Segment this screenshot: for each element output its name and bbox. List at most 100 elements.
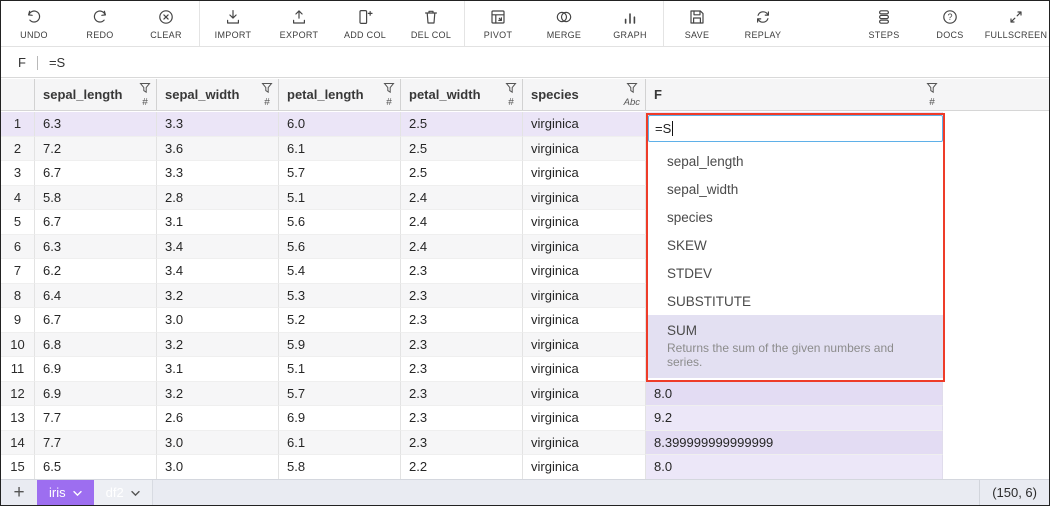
sheet-tab-df2[interactable]: df2 — [94, 480, 153, 505]
cell[interactable]: 2.4 — [400, 210, 522, 235]
cell[interactable]: 6.8 — [34, 333, 156, 358]
suggestion-sum[interactable]: SUMReturns the sum of the given numbers … — [648, 315, 943, 378]
toolbar-clear-button[interactable]: CLEAR — [133, 1, 199, 46]
add-sheet-button[interactable]: + — [1, 480, 37, 505]
column-filter-control[interactable]: Abc — [624, 82, 640, 108]
cell[interactable]: virginica — [522, 357, 645, 382]
cell[interactable]: 2.4 — [400, 235, 522, 260]
toolbar-redo-button[interactable]: REDO — [67, 1, 133, 46]
column-filter-control[interactable]: # — [261, 82, 273, 108]
cell[interactable]: virginica — [522, 333, 645, 358]
column-header-sepal-length[interactable]: sepal_length# — [34, 79, 156, 110]
cell[interactable]: virginica — [522, 406, 645, 431]
suggestion-sepal-length[interactable]: sepal_length — [648, 147, 943, 175]
cell[interactable]: 6.3 — [34, 112, 156, 137]
cell[interactable]: 3.0 — [156, 455, 278, 479]
column-header-petal-width[interactable]: petal_width# — [400, 79, 522, 110]
row-index[interactable]: 8 — [1, 284, 34, 309]
cell[interactable]: 6.3 — [34, 235, 156, 260]
cell[interactable]: 6.4 — [34, 284, 156, 309]
cell[interactable]: 7.7 — [34, 406, 156, 431]
cell[interactable]: 6.5 — [34, 455, 156, 479]
cell-editor-input[interactable]: =S — [648, 115, 943, 142]
toolbar-docs-button[interactable]: ?DOCS — [917, 1, 983, 46]
cell[interactable]: 6.9 — [278, 406, 400, 431]
cell[interactable]: 5.9 — [278, 333, 400, 358]
cell[interactable]: 5.8 — [34, 186, 156, 211]
cell[interactable]: 9.2 — [645, 406, 943, 431]
cell[interactable]: 8.399999999999999 — [645, 431, 943, 456]
row-index[interactable]: 11 — [1, 357, 34, 382]
cell[interactable]: 6.9 — [34, 382, 156, 407]
row-index[interactable]: 3 — [1, 161, 34, 186]
row-index[interactable]: 13 — [1, 406, 34, 431]
toolbar-export-button[interactable]: EXPORT — [266, 1, 332, 46]
cell[interactable]: 8.0 — [645, 455, 943, 479]
column-header-petal-length[interactable]: petal_length# — [278, 79, 400, 110]
cell[interactable]: 2.3 — [400, 259, 522, 284]
cell[interactable]: 5.1 — [278, 357, 400, 382]
formula-bar-input[interactable]: =S — [49, 55, 65, 70]
cell[interactable]: 5.6 — [278, 210, 400, 235]
cell[interactable]: 3.2 — [156, 333, 278, 358]
cell[interactable]: virginica — [522, 431, 645, 456]
cell[interactable]: 5.2 — [278, 308, 400, 333]
cell[interactable]: 3.4 — [156, 259, 278, 284]
cell[interactable]: 3.1 — [156, 357, 278, 382]
cell[interactable]: 2.3 — [400, 382, 522, 407]
cell[interactable]: 2.3 — [400, 308, 522, 333]
cell[interactable]: 7.2 — [34, 137, 156, 162]
cell[interactable]: 6.1 — [278, 431, 400, 456]
toolbar-save-button[interactable]: SAVE — [664, 1, 730, 46]
cell[interactable]: virginica — [522, 259, 645, 284]
cell[interactable]: virginica — [522, 137, 645, 162]
cell[interactable]: virginica — [522, 186, 645, 211]
toolbar-undo-button[interactable]: UNDO — [1, 1, 67, 46]
cell[interactable]: 2.3 — [400, 406, 522, 431]
cell[interactable]: 3.0 — [156, 308, 278, 333]
cell[interactable]: 6.7 — [34, 210, 156, 235]
suggestion-species[interactable]: species — [648, 203, 943, 231]
cell[interactable]: 3.1 — [156, 210, 278, 235]
row-index[interactable]: 7 — [1, 259, 34, 284]
cell[interactable]: 5.8 — [278, 455, 400, 479]
cell[interactable]: 5.7 — [278, 161, 400, 186]
cell[interactable]: virginica — [522, 308, 645, 333]
row-index[interactable]: 2 — [1, 137, 34, 162]
toolbar-pivot-button[interactable]: PIVOT — [465, 1, 531, 46]
row-index[interactable]: 9 — [1, 308, 34, 333]
cell[interactable]: virginica — [522, 455, 645, 479]
cell[interactable]: 2.8 — [156, 186, 278, 211]
row-index[interactable]: 14 — [1, 431, 34, 456]
cell[interactable]: 3.3 — [156, 112, 278, 137]
column-filter-control[interactable]: # — [505, 82, 517, 108]
cell[interactable]: 2.3 — [400, 357, 522, 382]
cell[interactable]: 3.4 — [156, 235, 278, 260]
toolbar-graph-button[interactable]: GRAPH — [597, 1, 663, 46]
toolbar-merge-button[interactable]: MERGE — [531, 1, 597, 46]
cell[interactable]: 6.9 — [34, 357, 156, 382]
sheet-tab-iris[interactable]: iris — [37, 480, 94, 505]
column-filter-control[interactable]: # — [383, 82, 395, 108]
suggestion-sepal-width[interactable]: sepal_width — [648, 175, 943, 203]
cell[interactable]: 2.3 — [400, 431, 522, 456]
cell[interactable]: 6.7 — [34, 308, 156, 333]
cell[interactable]: 6.0 — [278, 112, 400, 137]
toolbar-add-col-button[interactable]: ADD COL — [332, 1, 398, 46]
cell[interactable]: 2.2 — [400, 455, 522, 479]
toolbar-replay-button[interactable]: REPLAY — [730, 1, 796, 46]
column-filter-control[interactable]: # — [139, 82, 151, 108]
cell[interactable]: virginica — [522, 284, 645, 309]
column-filter-control[interactable]: # — [926, 82, 938, 108]
row-index[interactable]: 5 — [1, 210, 34, 235]
cell[interactable]: 2.5 — [400, 112, 522, 137]
column-header-species[interactable]: speciesAbc — [522, 79, 645, 110]
cell[interactable]: 2.5 — [400, 137, 522, 162]
cell[interactable]: virginica — [522, 112, 645, 137]
cell[interactable]: 3.2 — [156, 284, 278, 309]
cell[interactable]: virginica — [522, 235, 645, 260]
suggestion-skew[interactable]: SKEW — [648, 231, 943, 259]
suggestion-stdev[interactable]: STDEV — [648, 259, 943, 287]
column-header-sepal-width[interactable]: sepal_width# — [156, 79, 278, 110]
column-header-f[interactable]: F# — [645, 79, 943, 110]
